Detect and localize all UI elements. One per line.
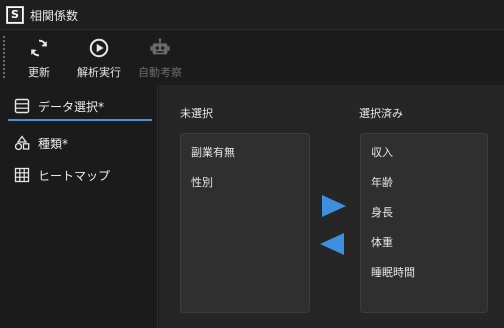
sidebar-item-label: データ選択* [38, 99, 105, 114]
list-item[interactable]: 体重 [371, 234, 393, 250]
toolbar-grip[interactable] [3, 35, 5, 79]
app-logo-icon: S [6, 6, 24, 24]
list-item[interactable]: 年齢 [371, 174, 393, 190]
refresh-icon [31, 39, 47, 57]
update-button[interactable]: 更新 [22, 35, 56, 81]
list-item[interactable]: 身長 [371, 204, 393, 220]
data-selection-panel: 未選択 選択済み 副業有無 性別 収入 年齢 身長 体重 睡眠時間 [159, 85, 504, 328]
analyze-label: 解析実行 [77, 66, 121, 79]
sidebar-item-label: 種類* [38, 136, 69, 151]
toolbar: 更新 解析実行 自動考察 [0, 31, 504, 84]
list-item[interactable]: 収入 [371, 144, 393, 160]
auto-analysis-label: 自動考察 [138, 66, 182, 79]
analyze-button[interactable]: 解析実行 [74, 35, 124, 81]
list-item[interactable]: 性別 [191, 174, 213, 190]
sidebar-item-type[interactable]: 種類* [8, 129, 152, 157]
selected-title: 選択済み [359, 107, 403, 120]
list-item[interactable]: 睡眠時間 [371, 264, 415, 280]
auto-analysis-button[interactable]: 自動考察 [134, 35, 186, 81]
unselected-list[interactable]: 副業有無 性別 [180, 133, 310, 313]
list-item[interactable]: 副業有無 [191, 144, 235, 160]
sidebar: データ選択* 種類* ヒートマップ [0, 85, 158, 328]
arrow-left-icon [320, 233, 344, 255]
sidebar-item-heatmap[interactable]: ヒートマップ [8, 161, 152, 189]
selected-list[interactable]: 収入 年齢 身長 体重 睡眠時間 [360, 133, 488, 313]
robot-icon [150, 38, 170, 55]
play-circle-icon [89, 38, 109, 58]
app-window: S 相関係数 更新 解析実行 自動考察 データ選択* 種類* ヒートマップ 未選… [0, 0, 504, 328]
shapes-icon [14, 135, 30, 151]
sidebar-item-label: ヒートマップ [38, 168, 111, 183]
move-left-button[interactable] [320, 233, 346, 255]
sidebar-item-data-selection[interactable]: データ選択* [8, 93, 152, 121]
unselected-title: 未選択 [180, 107, 213, 120]
title-bar: S 相関係数 [0, 0, 504, 30]
app-logo-letter: S [8, 8, 22, 22]
window-title: 相関係数 [30, 9, 79, 23]
arrow-right-icon [322, 195, 346, 217]
grid-icon [14, 167, 30, 183]
update-label: 更新 [28, 66, 50, 79]
list-icon [14, 98, 30, 114]
move-right-button[interactable] [320, 195, 346, 217]
